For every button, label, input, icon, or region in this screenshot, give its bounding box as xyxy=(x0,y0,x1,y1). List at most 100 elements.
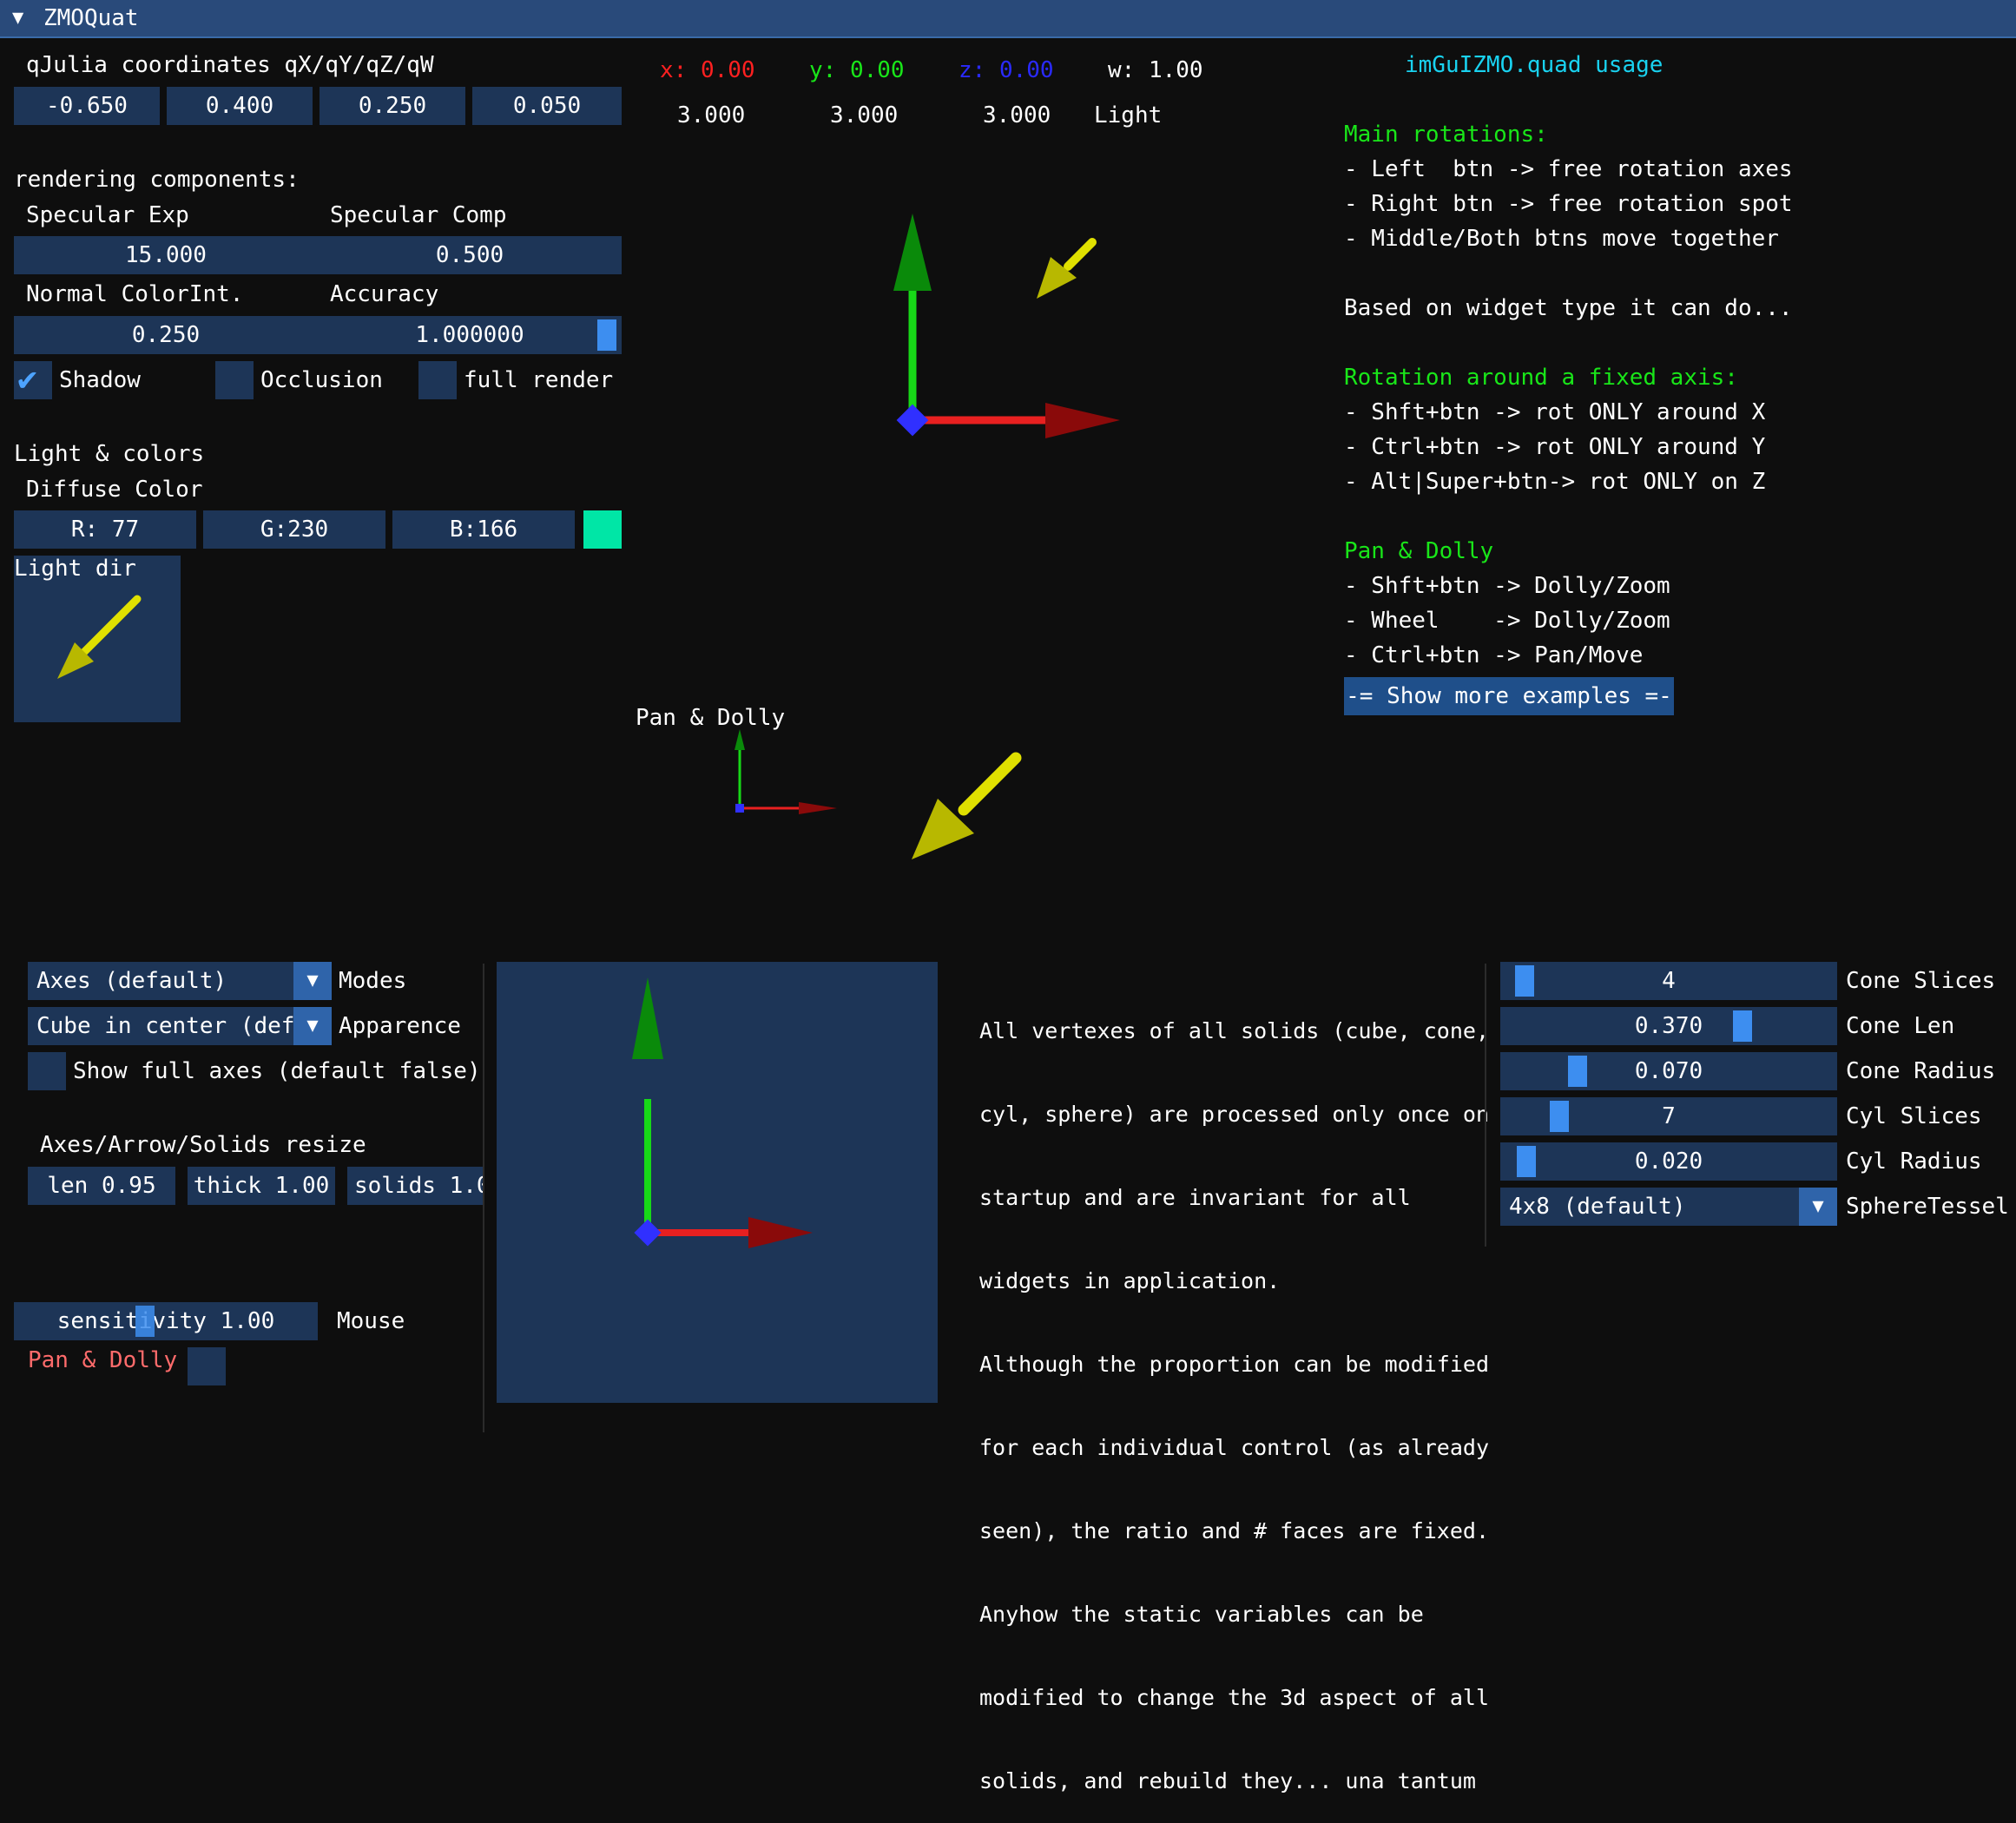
window-titlebar[interactable]: ▼ ZMOQuat xyxy=(0,0,2016,38)
julia-qy-field[interactable]: 0.400 xyxy=(167,87,313,125)
cyl-radius-label: Cyl Radius xyxy=(1846,1148,1982,1175)
sensitivity-slider-grab[interactable] xyxy=(135,1306,155,1337)
light-arrow-top-icon[interactable] xyxy=(1037,238,1097,299)
info-line: startup and are invariant for all xyxy=(979,1185,1411,1210)
center-cube-icon xyxy=(634,1219,662,1247)
full-render-checkbox[interactable] xyxy=(418,361,457,399)
pan-dolly-toggle-label: Pan & Dolly xyxy=(28,1347,178,1373)
info-line: seen), the ratio and # faces are fixed. xyxy=(979,1518,1489,1543)
cone-slices-label: Cone Slices xyxy=(1846,968,1996,994)
cone-len-label: Cone Len xyxy=(1846,1013,1955,1039)
julia-label: qJulia coordinates qX/qY/qZ/qW xyxy=(26,52,434,78)
specular-comp-label: Specular Comp xyxy=(330,202,507,228)
coord-z-label: z: 0.00 xyxy=(959,57,1054,83)
usage-line: - Middle/Both btns move together xyxy=(1344,226,1779,252)
specular-exp-field[interactable]: 15.000 xyxy=(14,236,318,274)
diffuse-color-swatch[interactable] xyxy=(583,510,622,549)
resize-label: Axes/Arrow/Solids resize xyxy=(40,1132,366,1158)
diffuse-b-field[interactable]: B:166 xyxy=(392,510,575,549)
occlusion-checkbox[interactable] xyxy=(215,361,254,399)
thick-field[interactable]: thick 1.00 xyxy=(188,1167,335,1205)
cone-slices-grab[interactable] xyxy=(1515,965,1534,997)
pan-dolly-label: Pan & Dolly xyxy=(636,705,786,731)
cyl-slices-label: Cyl Slices xyxy=(1846,1103,1982,1129)
shadow-checkbox[interactable]: ✔ xyxy=(14,359,52,399)
diffuse-r-field[interactable]: R: 77 xyxy=(14,510,196,549)
cone-radius-slider[interactable]: 0.070 xyxy=(1500,1052,1837,1090)
main-rotations-title: Main rotations: xyxy=(1344,122,1548,148)
info-line: modified to change the 3d aspect of all xyxy=(979,1685,1489,1710)
sensitivity-slider[interactable]: sensitivity 1.00 xyxy=(14,1302,318,1340)
apparence-label: Apparence xyxy=(339,1013,461,1039)
usage-line: - Ctrl+btn -> rot ONLY around Y xyxy=(1344,434,1766,460)
solids-field[interactable]: solids 1.00 xyxy=(347,1167,483,1205)
cone-radius-grab[interactable] xyxy=(1568,1056,1587,1087)
coord-x-label: x: 0.00 xyxy=(660,57,755,83)
rendering-label: rendering components: xyxy=(14,167,300,193)
pan-dolly-title: Pan & Dolly xyxy=(1344,538,1494,564)
info-line: for each individual control (as already xyxy=(979,1435,1489,1460)
chevron-down-icon[interactable]: ▼ xyxy=(1799,1188,1837,1226)
julia-qz-field[interactable]: 0.250 xyxy=(320,87,465,125)
usage-line: - Shft+btn -> rot ONLY around X xyxy=(1344,399,1766,425)
diffuse-color-label: Diffuse Color xyxy=(26,477,203,503)
julia-qx-field[interactable]: -0.650 xyxy=(14,87,160,125)
chevron-down-icon[interactable]: ▼ xyxy=(293,1007,332,1045)
accuracy-slider-grab[interactable] xyxy=(597,319,616,351)
usage-line: - Ctrl+btn -> Pan/Move xyxy=(1344,642,1644,668)
light-label: Light xyxy=(1094,102,1163,128)
main-gizmo-view[interactable] xyxy=(634,139,1328,885)
check-icon: ✔ xyxy=(17,359,37,398)
cyl-radius-grab[interactable] xyxy=(1517,1146,1536,1177)
preview-axes-gizmo xyxy=(632,977,813,1248)
window-title: ZMOQuat xyxy=(43,5,139,31)
coord-y-value: 3.000 xyxy=(830,102,899,128)
usage-line: - Shft+btn -> Dolly/Zoom xyxy=(1344,573,1670,599)
cyl-slices-grab[interactable] xyxy=(1550,1101,1569,1132)
normal-colorint-label: Normal ColorInt. xyxy=(26,281,244,307)
diffuse-g-field[interactable]: G:230 xyxy=(203,510,385,549)
specular-comp-field[interactable]: 0.500 xyxy=(318,236,622,274)
chevron-down-icon[interactable]: ▼ xyxy=(293,962,332,1000)
cone-len-slider[interactable]: 0.370 xyxy=(1500,1007,1837,1045)
apparence-combo[interactable]: Cube in center (defau ▼ xyxy=(28,1007,332,1045)
len-field[interactable]: len 0.95 xyxy=(28,1167,175,1205)
normal-colorint-field[interactable]: 0.250 xyxy=(14,316,318,354)
cyl-radius-slider[interactable]: 0.020 xyxy=(1500,1142,1837,1181)
show-more-examples-button[interactable]: -= Show more examples =- xyxy=(1344,677,1674,715)
full-render-label: full render xyxy=(464,367,614,393)
shadow-label: Shadow xyxy=(59,367,141,393)
info-line: Anyhow the static variables can be xyxy=(979,1602,1424,1627)
usage-line: - Wheel -> Dolly/Zoom xyxy=(1344,608,1670,634)
light-arrow-bottom-icon[interactable] xyxy=(912,752,1022,859)
collapse-icon[interactable]: ▼ xyxy=(12,7,23,29)
info-line: cyl, sphere) are processed only once on xyxy=(979,1102,1489,1127)
preview-gizmo-panel[interactable] xyxy=(497,962,938,1403)
cone-len-grab[interactable] xyxy=(1733,1010,1752,1042)
fixed-axis-title: Rotation around a fixed axis: xyxy=(1344,365,1738,391)
pan-dolly-gizmo[interactable] xyxy=(735,729,837,814)
based-on-text: Based on widget type it can do... xyxy=(1344,295,1793,321)
modes-label: Modes xyxy=(339,968,407,994)
center-cube-icon xyxy=(896,404,929,437)
sphere-tessel-combo[interactable]: 4x8 (default) ▼ xyxy=(1500,1188,1837,1226)
coord-x-value: 3.000 xyxy=(677,102,746,128)
y-axis-arrow-icon xyxy=(632,977,663,1059)
cone-slices-slider[interactable]: 4 xyxy=(1500,962,1837,1000)
info-text-block: All vertexes of all solids (cube, cone, … xyxy=(979,962,1489,1823)
pan-dolly-checkbox[interactable] xyxy=(188,1347,226,1385)
usage-line: - Alt|Super+btn-> rot ONLY on Z xyxy=(1344,469,1766,495)
light-colors-label: Light & colors xyxy=(14,441,205,467)
show-full-axes-checkbox[interactable] xyxy=(28,1052,66,1090)
show-full-axes-label: Show full axes (default false) xyxy=(73,1058,481,1084)
accuracy-slider[interactable]: 1.000000 xyxy=(318,316,622,354)
usage-line: - Right btn -> free rotation spot xyxy=(1344,191,1793,217)
x-axis-arrow-icon xyxy=(748,1217,813,1248)
julia-qw-field[interactable]: 0.050 xyxy=(472,87,622,125)
info-line: widgets in application. xyxy=(979,1268,1281,1293)
coord-z-value: 3.000 xyxy=(983,102,1051,128)
accuracy-label: Accuracy xyxy=(330,281,439,307)
mouse-label: Mouse xyxy=(337,1308,405,1334)
modes-combo-value: Axes (default) xyxy=(36,968,227,994)
modes-combo[interactable]: Axes (default) ▼ xyxy=(28,962,332,1000)
